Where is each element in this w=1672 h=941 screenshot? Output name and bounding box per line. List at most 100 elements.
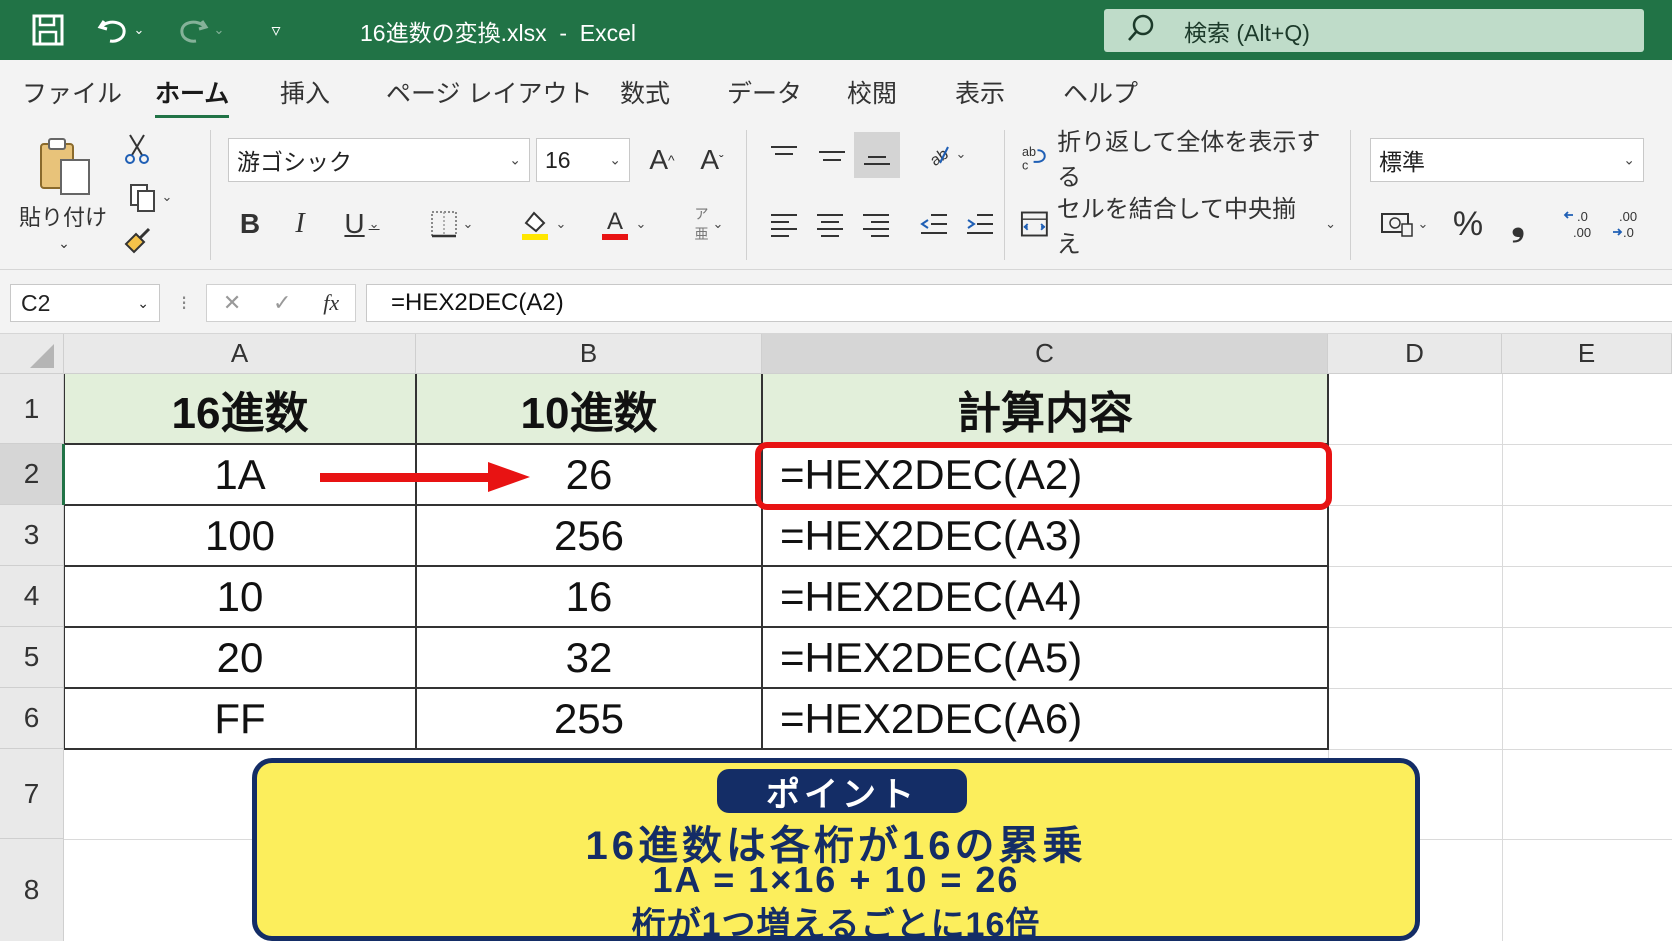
align-top-icon[interactable] [764, 136, 804, 176]
increase-indent-icon[interactable] [960, 202, 1000, 246]
row-header-8[interactable]: 8 [0, 839, 64, 941]
point-line-2: 1A = 1×16 + 10 = 26 [652, 859, 1020, 900]
cell-a3[interactable]: 100 [64, 505, 416, 566]
undo-icon[interactable]: ⌄ [92, 10, 148, 50]
orientation-icon[interactable]: ab ⌄ [916, 134, 972, 174]
column-header-c[interactable]: C [762, 334, 1328, 374]
svg-text:A: A [607, 208, 623, 235]
merge-center-label: セルを結合して中央揃え [1056, 196, 1297, 258]
tab-page-layout[interactable]: ページ レイアウト [386, 74, 592, 110]
font-name-select[interactable]: 游ゴシック ⌄ [228, 138, 530, 182]
percent-style-button[interactable]: % [1446, 202, 1490, 246]
cell-b6[interactable]: 255 [416, 688, 762, 749]
column-header-a[interactable]: A [64, 334, 416, 374]
accounting-format-icon[interactable]: ⌄ [1372, 202, 1436, 246]
cell-c6[interactable]: =HEX2DEC(A6) [762, 688, 1328, 749]
svg-text:.00: .00 [1619, 209, 1637, 224]
wrap-text-button[interactable]: ab c 折り返して全体を表示する [1020, 129, 1336, 191]
enter-icon[interactable]: ✓ [273, 290, 291, 316]
cell-c4[interactable]: =HEX2DEC(A4) [762, 566, 1328, 627]
cell-c3[interactable]: =HEX2DEC(A3) [762, 505, 1328, 566]
svg-text:ab: ab [1022, 145, 1036, 159]
search-icon [1126, 13, 1156, 49]
select-all-button[interactable] [0, 334, 64, 374]
cell-a6[interactable]: FF [64, 688, 416, 749]
cut-icon[interactable] [122, 132, 152, 166]
borders-button[interactable]: ⌄ [418, 202, 484, 246]
column-header-e[interactable]: E [1502, 334, 1672, 374]
name-box[interactable]: C2 ⌄ [10, 284, 160, 322]
name-box-value: C2 [21, 289, 51, 316]
font-size-select[interactable]: 16 ⌄ [536, 138, 630, 182]
phonetic-guide-icon[interactable]: ア亜 ⌄ [684, 202, 734, 246]
paste-icon[interactable] [30, 132, 100, 202]
insert-function-button[interactable]: fx [323, 290, 339, 316]
fill-color-button[interactable]: ⌄ [510, 202, 574, 246]
tab-file[interactable]: ファイル [22, 74, 122, 110]
undo-dropdown-icon[interactable]: ⌄ [134, 22, 145, 38]
search-box[interactable]: 検索 (Alt+Q) [1104, 9, 1644, 52]
cell-c1[interactable]: 計算内容 [762, 374, 1328, 444]
save-icon[interactable] [28, 10, 68, 50]
row-header-5[interactable]: 5 [0, 627, 64, 688]
row-header-3[interactable]: 3 [0, 505, 64, 566]
paste-dropdown-icon[interactable]: ⌄ [52, 232, 76, 254]
decrease-indent-icon[interactable] [914, 202, 954, 246]
decrease-decimal-icon[interactable]: .00.0 [1606, 202, 1652, 246]
formula-highlight-box [755, 442, 1332, 510]
row-header-2[interactable]: 2 [0, 444, 64, 505]
redo-icon[interactable]: ⌄ [172, 10, 228, 50]
number-format-select[interactable]: 標準 ⌄ [1370, 138, 1644, 182]
tab-help[interactable]: ヘルプ [1063, 74, 1138, 110]
increase-font-size-icon[interactable]: A ^ [642, 138, 682, 182]
align-middle-icon[interactable] [812, 136, 852, 176]
align-bottom-icon[interactable] [854, 132, 900, 178]
cancel-icon[interactable]: ✕ [223, 290, 241, 316]
merge-center-button[interactable]: セルを結合して中央揃え ⌄ [1020, 196, 1336, 258]
svg-text:c: c [1022, 159, 1028, 172]
paste-label[interactable]: 貼り付け [18, 200, 108, 232]
chevron-down-icon: ⌄ [137, 294, 149, 311]
underline-button[interactable]: U ⌄ [332, 202, 392, 246]
align-left-icon[interactable] [764, 202, 804, 246]
cell-a1[interactable]: 16進数 [64, 374, 416, 444]
row-header-1[interactable]: 1 [0, 374, 64, 444]
cell-b3[interactable]: 256 [416, 505, 762, 566]
tab-home[interactable]: ホーム [155, 74, 230, 118]
tab-data[interactable]: データ [727, 74, 802, 110]
tab-view[interactable]: 表示 [955, 74, 1005, 110]
row-header-4[interactable]: 4 [0, 566, 64, 627]
tab-formulas[interactable]: 数式 [620, 74, 670, 110]
decrease-font-size-icon[interactable]: Aˇ [692, 138, 732, 182]
cell-b1[interactable]: 10進数 [416, 374, 762, 444]
cell-c5[interactable]: =HEX2DEC(A5) [762, 627, 1328, 688]
formula-input[interactable]: =HEX2DEC(A2) [366, 284, 1672, 322]
column-header-d[interactable]: D [1328, 334, 1502, 374]
more-options-icon[interactable]: ⁝ [174, 284, 194, 322]
format-painter-icon[interactable] [120, 224, 154, 258]
copy-icon[interactable]: ⌄ [120, 180, 180, 214]
align-right-icon[interactable] [856, 202, 896, 246]
document-title: 16進数の変換.xlsx - Excel [360, 20, 637, 46]
tab-review[interactable]: 校閲 [847, 74, 897, 110]
comma-style-button[interactable]: ❟ [1498, 202, 1538, 246]
cell-b5[interactable]: 32 [416, 627, 762, 688]
increase-decimal-icon[interactable]: .0.00 [1558, 202, 1604, 246]
row-header-6[interactable]: 6 [0, 688, 64, 749]
column-header-b[interactable]: B [416, 334, 762, 374]
merge-center-icon [1020, 211, 1048, 237]
row-header-7[interactable]: 7 [0, 749, 64, 839]
svg-text:.0: .0 [1577, 209, 1588, 224]
cell-a4[interactable]: 10 [64, 566, 416, 627]
align-center-icon[interactable] [810, 202, 850, 246]
italic-button[interactable]: I [282, 202, 318, 246]
cell-b4[interactable]: 16 [416, 566, 762, 627]
bold-button[interactable]: B [232, 202, 268, 246]
chevron-down-icon: ⌄ [1623, 151, 1635, 168]
cell-a5[interactable]: 20 [64, 627, 416, 688]
chevron-down-icon: ⌄ [509, 151, 521, 168]
tab-insert[interactable]: 挿入 [280, 74, 330, 110]
font-color-button[interactable]: A ⌄ [590, 202, 654, 246]
customize-qat-icon[interactable]: ▿ [262, 10, 290, 50]
search-label: 検索 (Alt+Q) [1184, 19, 1310, 46]
